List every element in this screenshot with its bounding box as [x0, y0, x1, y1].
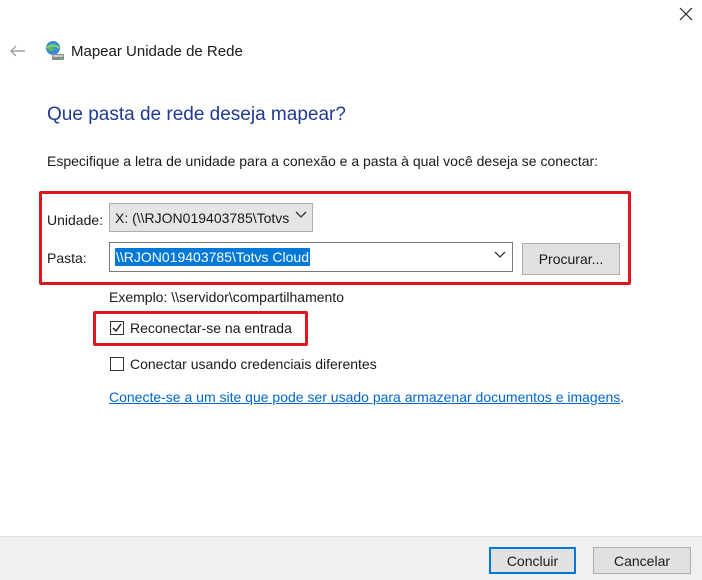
- different-credentials-label[interactable]: Conectar usando credenciais diferentes: [130, 356, 377, 372]
- drive-select-value: X: (\\RJON019403785\Totvs Cloud): [115, 209, 290, 226]
- chevron-down-icon: [295, 211, 307, 218]
- drive-label: Unidade:: [47, 212, 104, 228]
- example-text: Exemplo: \\servidor\compartilhamento: [109, 289, 344, 305]
- back-arrow-icon: [10, 45, 25, 57]
- window-title: Mapear Unidade de Rede: [71, 43, 243, 60]
- checkmark-icon: [112, 323, 122, 333]
- reconnect-checkbox[interactable]: [110, 321, 124, 335]
- back-button[interactable]: [6, 40, 30, 62]
- browse-button[interactable]: Procurar...: [522, 243, 620, 275]
- close-icon: [679, 7, 693, 21]
- network-drive-icon: [44, 40, 66, 62]
- chevron-down-icon[interactable]: [494, 251, 506, 259]
- reconnect-label[interactable]: Reconectar-se na entrada: [130, 320, 292, 336]
- folder-label: Pasta:: [47, 250, 87, 266]
- folder-input[interactable]: \\RJON019403785\Totvs Cloud: [109, 242, 513, 272]
- site-link-period: .: [620, 389, 625, 405]
- instruction-text: Especifique a letra de unidade para a co…: [47, 153, 599, 169]
- site-link-row: Conecte-se a um site que pode ser usado …: [109, 389, 624, 405]
- page-heading: Que pasta de rede deseja mapear?: [47, 104, 346, 125]
- different-credentials-checkbox[interactable]: [110, 357, 124, 371]
- drive-letter-select[interactable]: X: (\\RJON019403785\Totvs Cloud): [109, 203, 313, 232]
- cancel-button[interactable]: Cancelar: [593, 547, 691, 574]
- site-link[interactable]: Conecte-se a um site que pode ser usado …: [109, 389, 620, 405]
- close-button[interactable]: [670, 0, 702, 28]
- folder-input-value: \\RJON019403785\Totvs Cloud: [115, 248, 310, 266]
- finish-button[interactable]: Concluir: [489, 547, 576, 574]
